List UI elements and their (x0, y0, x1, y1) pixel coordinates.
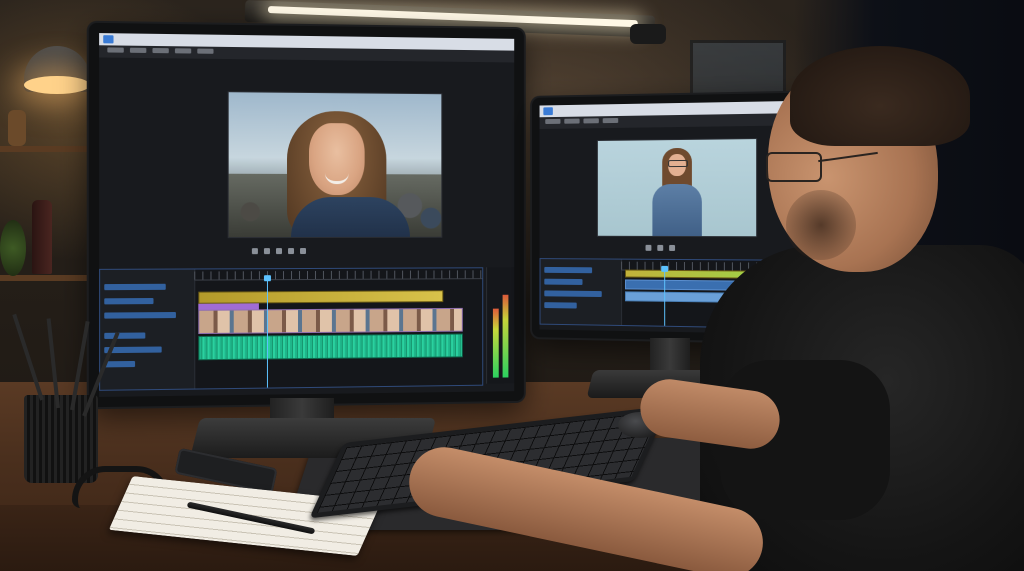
app-icon (103, 35, 113, 43)
program-monitor-preview[interactable] (228, 91, 443, 238)
menu-item[interactable] (152, 48, 168, 53)
menu-item[interactable] (130, 48, 146, 53)
track-header-v2[interactable] (104, 298, 153, 304)
right-play-icon[interactable] (646, 245, 652, 251)
menu-item[interactable] (583, 118, 598, 123)
right-track-headers (541, 259, 623, 325)
audio-clip-track[interactable] (198, 334, 462, 361)
shelf-bottle (32, 200, 52, 274)
shelf-vase (8, 110, 26, 146)
marker-icon[interactable] (300, 248, 306, 254)
right-playhead[interactable] (664, 270, 665, 326)
meter-bar-right (503, 295, 509, 378)
audio-meter (486, 267, 514, 384)
play-icon[interactable] (264, 248, 270, 254)
right-track-header[interactable] (544, 279, 582, 285)
subject-face (309, 123, 365, 195)
shelf-plant (0, 220, 26, 276)
right-track-header[interactable] (544, 267, 592, 273)
time-ruler[interactable] (194, 270, 482, 280)
eyeglasses-icon (766, 152, 822, 182)
track-header-a1[interactable] (104, 332, 145, 338)
playhead[interactable] (267, 279, 268, 387)
menu-item[interactable] (564, 119, 579, 124)
right-loop-icon[interactable] (669, 245, 675, 251)
menu-item[interactable] (197, 49, 213, 54)
right-subject-jacket (652, 184, 701, 237)
left-monitor (89, 23, 524, 407)
editor-person-beard (786, 190, 856, 260)
adjustment-clip[interactable] (198, 290, 443, 304)
wall-shelf-bottom (0, 275, 98, 281)
overhead-light-clamp (630, 24, 666, 44)
timeline-panel[interactable] (99, 267, 483, 391)
menu-item[interactable] (107, 47, 123, 52)
wall-shelf-top (0, 146, 98, 152)
menu-item[interactable] (175, 48, 191, 53)
loop-icon[interactable] (288, 248, 294, 254)
left-monitor-screen (99, 33, 514, 397)
photo-scene (0, 0, 1024, 571)
desk-lamp-glow (24, 76, 90, 94)
meter-bar-left (493, 309, 499, 378)
editor-person-hair (790, 46, 970, 146)
video-clip-track[interactable] (198, 308, 462, 334)
right-app-icon (543, 107, 552, 115)
right-step-icon[interactable] (657, 245, 663, 251)
subject-jacket (291, 197, 410, 238)
track-header-v1[interactable] (104, 312, 176, 319)
step-forward-icon[interactable] (276, 248, 282, 254)
track-headers (100, 269, 195, 389)
step-back-icon[interactable] (252, 248, 258, 254)
transport-controls (99, 246, 514, 257)
menu-item[interactable] (545, 119, 560, 124)
menu-item[interactable] (603, 118, 619, 123)
track-header-a3[interactable] (104, 361, 135, 367)
right-track-header[interactable] (544, 302, 576, 308)
right-program-preview[interactable] (597, 138, 757, 237)
right-subject-glasses (668, 160, 688, 167)
track-header-v3[interactable] (104, 284, 165, 290)
right-track-header[interactable] (544, 290, 601, 297)
